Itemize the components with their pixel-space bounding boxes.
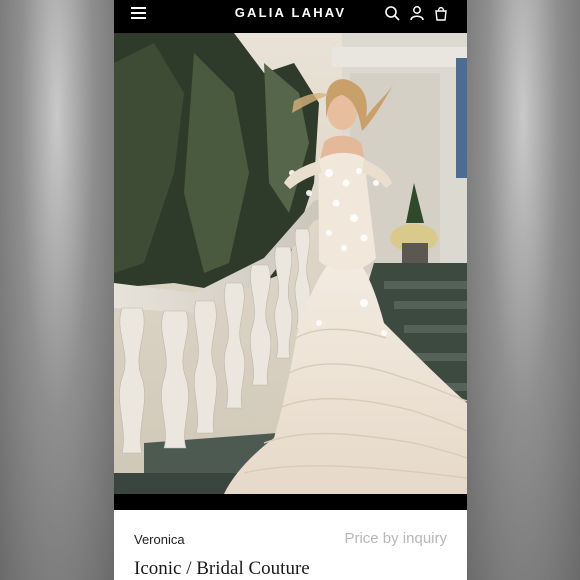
bag-icon[interactable] <box>433 5 449 21</box>
account-icon[interactable] <box>409 5 425 21</box>
product-info: Veronica Price by inquiry Iconic / Brida… <box>114 510 467 580</box>
blurred-backdrop-left <box>0 0 114 580</box>
product-price: Price by inquiry <box>344 530 447 547</box>
bride-on-stairs-photo <box>114 33 467 494</box>
site-header: GALIA LAHAV <box>114 0 467 26</box>
header-actions <box>380 5 449 21</box>
product-collection[interactable]: Iconic / Bridal Couture <box>134 558 310 580</box>
product-hero-image[interactable] <box>114 33 467 494</box>
search-icon[interactable] <box>384 5 400 21</box>
image-caption-bar <box>114 494 467 510</box>
blurred-backdrop-right <box>466 0 580 580</box>
phone-screen: GALIA LAHAV Veronica Price by inquiry Ic… <box>114 0 467 580</box>
product-name[interactable]: Veronica <box>134 532 185 547</box>
